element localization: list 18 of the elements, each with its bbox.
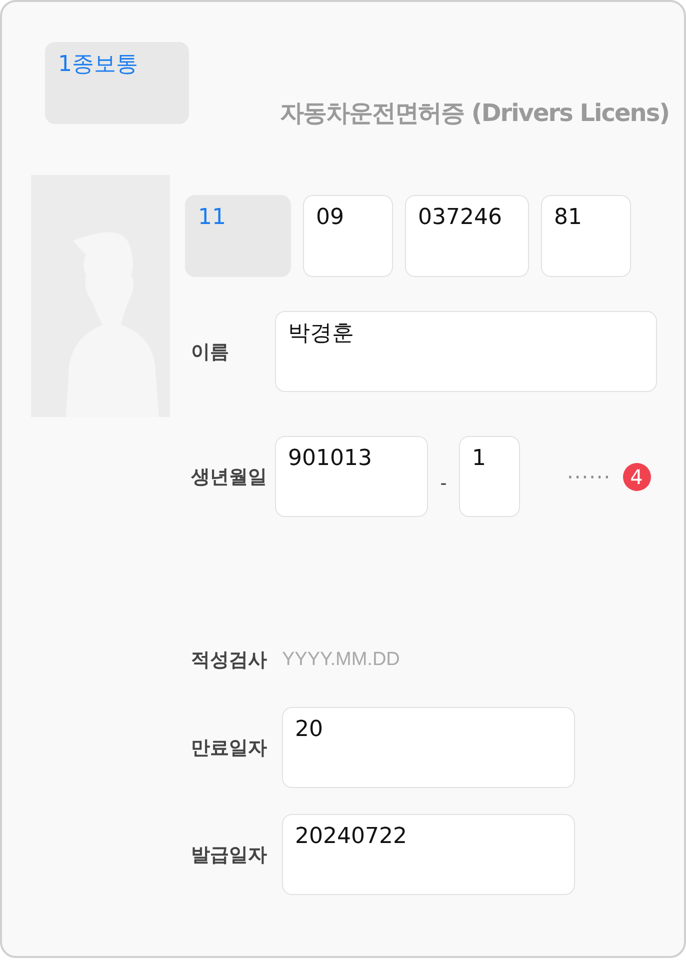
input-field[interactable]: 09 xyxy=(303,195,393,277)
input-field[interactable]: 20 xyxy=(282,707,575,788)
input-field[interactable]: 1 xyxy=(459,436,520,517)
input-field[interactable]: 81 xyxy=(541,195,631,277)
input-field[interactable]: 901013 xyxy=(275,436,428,517)
input-field[interactable]: 037246 xyxy=(405,195,529,277)
field-label: 이름 xyxy=(190,340,230,364)
input-field[interactable]: 20240722 xyxy=(282,814,575,895)
masked-digits: ······ xyxy=(567,464,612,488)
field-label: 생년월일 xyxy=(190,464,268,490)
field-label: 만료일자 xyxy=(190,736,268,760)
count-badge: 4 xyxy=(623,462,652,490)
input-field[interactable]: 박경훈 xyxy=(275,311,657,392)
date-input[interactable]: YYYY.MM.DD xyxy=(282,649,432,671)
field-label: 발급일자 xyxy=(190,842,268,868)
card-title: 자동차운전면허증 (Drivers Licens) xyxy=(280,99,670,127)
field-label: 적성검사 xyxy=(190,648,268,673)
separator-text: - xyxy=(439,472,448,494)
